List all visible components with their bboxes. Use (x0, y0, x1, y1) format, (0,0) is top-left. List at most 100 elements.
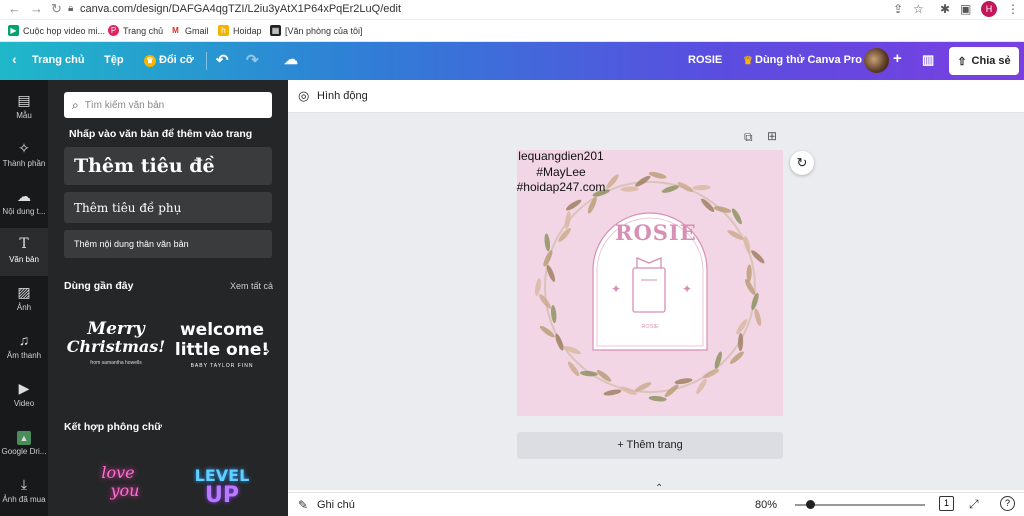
crown-icon: ♛ (144, 55, 156, 67)
sidepanel-icon[interactable]: ▣ (960, 2, 971, 16)
recent-template-christmas[interactable]: Merry Christmas! from samantha howells (66, 320, 166, 380)
extensions-icon[interactable]: ✱ (940, 2, 950, 16)
rail-item-google-drive[interactable]: ▲ Google Dri... (0, 426, 48, 470)
search-input[interactable]: ⌕ Tìm kiếm văn bản (64, 92, 272, 118)
leaf (567, 361, 580, 377)
page-count[interactable]: 1 (939, 496, 954, 511)
url-text[interactable]: canva.com/design/DAFGA4qgTZI/L2iu3yAtX1P… (80, 3, 401, 15)
user-avatar[interactable] (864, 48, 889, 73)
leaf (555, 333, 564, 351)
recent-title: Dùng gần đây (64, 280, 134, 292)
add-page-button[interactable]: + Thêm trang (517, 432, 783, 459)
add-page-icon[interactable]: ⊞ (767, 129, 777, 143)
add-subheading-button[interactable]: Thêm tiêu đề phụ (64, 192, 272, 223)
chevron-right-icon[interactable]: › (265, 342, 270, 358)
rail-item-photos[interactable]: ▨ Ảnh (0, 282, 48, 326)
profile-avatar[interactable]: H (981, 1, 997, 17)
lock-icon: 🔒︎ (68, 3, 74, 14)
add-body-text-button[interactable]: Thêm nội dung thân văn bản (64, 230, 272, 258)
rail-item-uploads[interactable]: ☁ Nội dung t... (0, 186, 48, 230)
forward-icon[interactable]: → (30, 1, 43, 16)
leaf (648, 171, 667, 179)
editor-header: ‹ Trang chủ Tệp ♛ Đổi cỡ ↶ ↷ ☁ ROSIE ♛ D… (0, 42, 1024, 80)
design-title[interactable]: ROSIE (688, 54, 722, 66)
office-icon: ▦ (270, 25, 281, 36)
cloud-saved-icon: ☁ (284, 51, 298, 67)
zoom-level[interactable]: 80% (755, 499, 777, 511)
text-panel: ⌕ Tìm kiếm văn bản Nhấp vào văn bản để t… (48, 80, 288, 516)
reload-icon[interactable]: ↻ (51, 1, 62, 17)
upload-share-icon: ⇧ (957, 55, 967, 68)
text-hint: Nhấp vào văn bản để thêm vào trang (69, 128, 253, 140)
upload-icon: ☁ (17, 188, 31, 204)
refresh-icon[interactable]: ↻ (790, 151, 814, 175)
download-icon: ⤓ (20, 476, 28, 492)
meet-icon: ▶ (8, 25, 19, 36)
page-text-block[interactable]: lequangdien201 #MayLee #hoidap247.com (515, 149, 607, 196)
hoidap-icon: h (218, 25, 229, 36)
see-all-link[interactable]: Xem tất cả (230, 281, 273, 291)
bookmark-gmail[interactable]: M Gmail (170, 25, 209, 36)
home-button[interactable]: Trang chủ (32, 54, 85, 66)
rail-item-text[interactable]: T Văn bản (0, 228, 48, 276)
rail-item-purchased[interactable]: ⤓ Ảnh đã mua (0, 474, 48, 514)
font-combos-title: Kết hợp phông chữ (64, 421, 162, 433)
leaf (661, 185, 679, 193)
rail-item-templates[interactable]: ▤ Mẫu (0, 90, 48, 134)
animate-button[interactable]: Hình động (317, 90, 368, 102)
crown-pro-icon: ♛ (743, 55, 753, 67)
bookmark-office[interactable]: ▦ [Văn phòng của tôi] (270, 25, 363, 36)
chevron-left-icon[interactable]: ‹ (12, 51, 17, 67)
bookmark-hoidap[interactable]: h Hoidap (218, 25, 262, 36)
leaf (692, 184, 711, 191)
resize-button[interactable]: Đổi cỡ (159, 54, 194, 66)
header-divider (206, 52, 207, 70)
zoom-slider-handle[interactable] (806, 500, 815, 509)
leaf (746, 264, 752, 283)
menu-icon[interactable]: ⋮ (1007, 2, 1019, 16)
music-icon: ♫ (18, 332, 30, 348)
rail-item-elements[interactable]: ✧ Thành phần (0, 138, 48, 182)
back-icon[interactable]: ← (8, 1, 21, 16)
star-icon[interactable]: ☆ (913, 2, 924, 16)
template-icon: ▤ (17, 92, 31, 108)
video-icon: ▶ (18, 380, 30, 396)
redo-icon[interactable]: ↷ (246, 51, 259, 69)
leaf (737, 333, 744, 352)
duplicate-page-icon[interactable]: ⧉ (744, 130, 753, 145)
gmail-icon: M (170, 25, 181, 36)
insights-icon[interactable]: ▥ (922, 52, 934, 68)
add-heading-button[interactable]: Thêm tiêu đề (64, 147, 272, 185)
google-drive-icon: ▲ (0, 428, 48, 445)
side-rail: ▤ Mẫu ✧ Thành phần ☁ Nội dung t... T Văn bản… (0, 80, 48, 516)
plus-icon[interactable]: + (893, 50, 902, 67)
elements-icon: ✧ (18, 140, 30, 156)
undo-icon[interactable]: ↶ (216, 51, 229, 69)
rail-item-video[interactable]: ▶ Video (0, 378, 48, 422)
share-page-icon[interactable]: ⇪ (893, 2, 903, 16)
rail-item-audio[interactable]: ♫ Âm thanh (0, 330, 48, 374)
bookmarks-bar: ▶ Cuộc họp video mi... P Trang chủ M Gmail … (0, 20, 1024, 42)
fullscreen-icon[interactable]: ⤢ (969, 497, 979, 512)
svg-text:✦: ✦ (611, 282, 621, 296)
try-pro-button[interactable]: Dùng thử Canva Pro (755, 54, 862, 66)
logo-caption: ROSIE (641, 324, 659, 330)
font-combo-love[interactable]: love you (78, 464, 158, 514)
search-icon: ⌕ (72, 97, 79, 112)
file-menu-button[interactable]: Tệp (104, 54, 124, 66)
font-combo-level-up[interactable]: LEVEL UP (182, 466, 262, 516)
bookmark-meet[interactable]: ▶ Cuộc họp video mi... (8, 25, 105, 36)
leaf (754, 308, 762, 326)
pinterest-icon: P (108, 25, 119, 36)
help-icon[interactable]: ? (1000, 496, 1015, 511)
svg-text:✦: ✦ (682, 282, 692, 296)
share-button[interactable]: ⇧ Chia sẻ (949, 47, 1019, 75)
editor-toolbar: ◎ Hình động (288, 80, 1024, 113)
leaf (535, 278, 541, 296)
recent-template-welcome[interactable]: welcome little one! BABY TAYLOR FINN (174, 320, 270, 380)
text-icon: T (19, 236, 29, 252)
bookmark-home[interactable]: P Trang chủ (108, 25, 163, 36)
photo-icon: ▨ (17, 284, 31, 300)
notes-button[interactable]: Ghi chú (317, 499, 355, 511)
leaf (620, 186, 639, 192)
